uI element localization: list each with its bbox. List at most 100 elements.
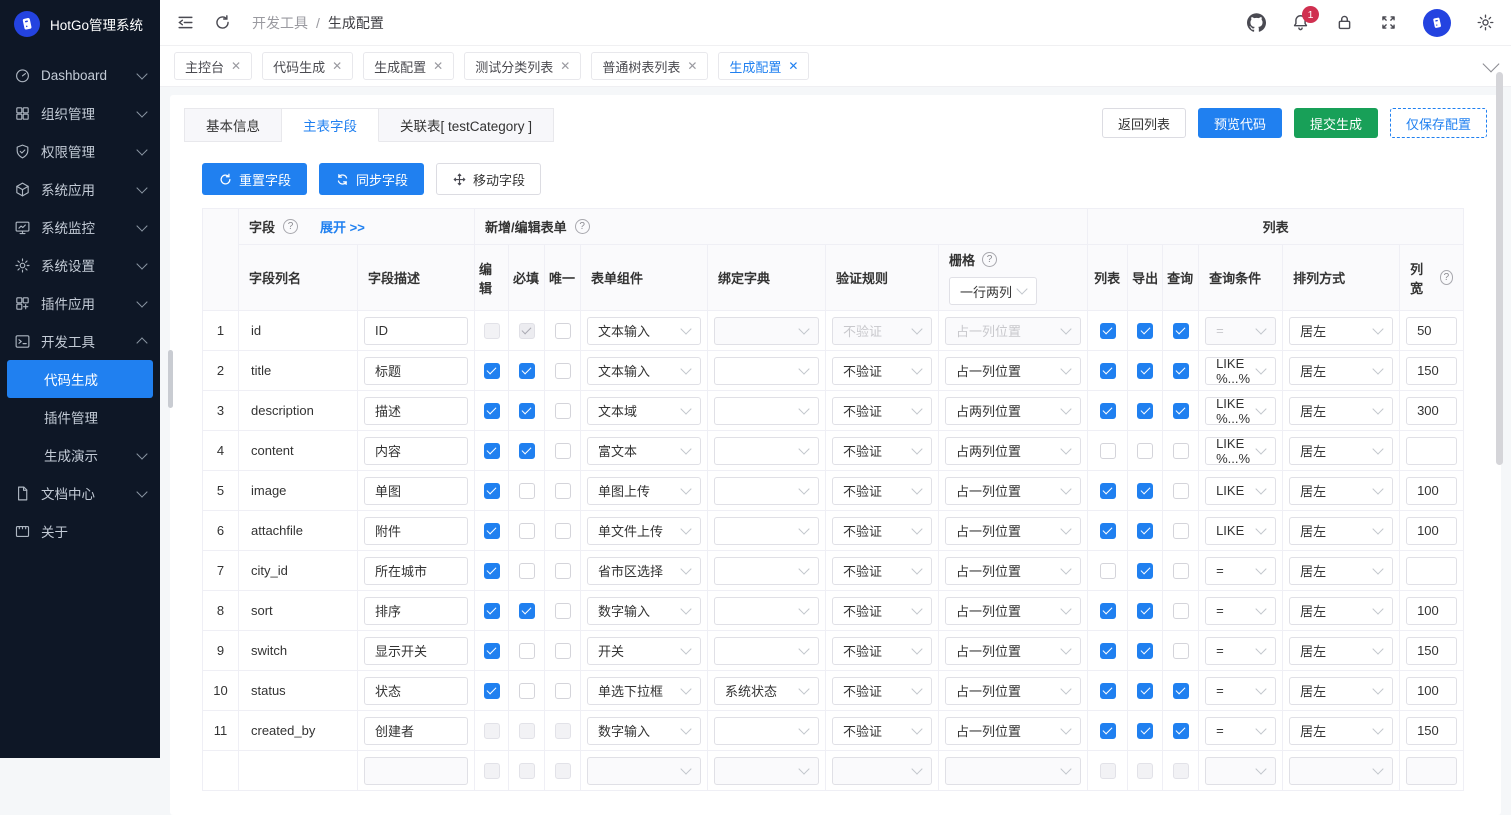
required-checkbox[interactable] (519, 523, 535, 539)
align-select[interactable]: 居左 (1289, 357, 1393, 385)
notification-bell-icon[interactable]: 1 (1291, 13, 1310, 32)
sidebar-item-生成演示[interactable]: 生成演示 (0, 436, 160, 474)
sidebar-item-开发工具[interactable]: 开发工具 (0, 322, 160, 360)
rule-select[interactable]: 不验证 (832, 437, 932, 465)
align-select[interactable]: 居左 (1289, 597, 1393, 625)
unique-checkbox[interactable] (555, 563, 571, 579)
export-checkbox[interactable] (1137, 683, 1153, 699)
export-checkbox[interactable] (1137, 403, 1153, 419)
align-select[interactable]: 居左 (1289, 317, 1393, 345)
grid-select[interactable]: 占一列位置 (945, 557, 1081, 585)
field-desc-input[interactable]: 排序 (364, 597, 468, 625)
export-checkbox[interactable] (1137, 603, 1153, 619)
col-width-input[interactable]: 100 (1406, 477, 1457, 505)
component-select[interactable]: 开关 (587, 637, 701, 665)
field-desc-input[interactable]: 显示开关 (364, 637, 468, 665)
query-checkbox[interactable] (1173, 723, 1189, 739)
list-checkbox[interactable] (1100, 643, 1116, 659)
export-checkbox[interactable] (1137, 723, 1153, 739)
sync-fields-button[interactable]: 同步字段 (319, 163, 424, 195)
config-tab-基本信息[interactable]: 基本信息 (184, 108, 282, 142)
preview-code-button[interactable]: 预览代码 (1198, 108, 1282, 138)
sidebar-item-关于[interactable]: 关于 (0, 512, 160, 550)
field-group-help-icon[interactable]: ? (283, 219, 298, 234)
query-cond-select[interactable]: = (1205, 717, 1276, 745)
unique-checkbox[interactable] (555, 603, 571, 619)
open-tab-代码生成[interactable]: 代码生成✕ (262, 52, 353, 80)
dict-select[interactable] (714, 717, 819, 745)
close-tab-icon[interactable]: ✕ (231, 59, 241, 73)
field-desc-input[interactable]: 创建者 (364, 717, 468, 745)
align-select[interactable]: 居左 (1289, 477, 1393, 505)
query-cond-select[interactable]: LIKE (1205, 477, 1276, 505)
component-select[interactable]: 富文本 (587, 437, 701, 465)
width-help-icon[interactable]: ? (1440, 270, 1453, 285)
col-width-input[interactable]: 150 (1406, 357, 1457, 385)
required-checkbox[interactable] (519, 563, 535, 579)
field-desc-input[interactable]: 单图 (364, 477, 468, 505)
col-width-input[interactable]: 50 (1406, 317, 1457, 345)
reset-fields-button[interactable]: 重置字段 (202, 163, 307, 195)
query-checkbox[interactable] (1173, 603, 1189, 619)
refresh-icon[interactable] (213, 13, 232, 32)
col-width-input[interactable]: 100 (1406, 597, 1457, 625)
open-tab-生成配置[interactable]: 生成配置✕ (363, 52, 454, 80)
align-select[interactable]: 居左 (1289, 517, 1393, 545)
sidebar-resize-handle[interactable] (168, 350, 173, 408)
query-checkbox[interactable] (1173, 643, 1189, 659)
align-select[interactable]: 居左 (1289, 437, 1393, 465)
field-desc-input[interactable]: 所在城市 (364, 557, 468, 585)
col-width-input[interactable]: 100 (1406, 677, 1457, 705)
required-checkbox[interactable] (519, 443, 535, 459)
grid-layout-select[interactable]: 一行两列 (949, 277, 1037, 305)
dict-select[interactable] (714, 517, 819, 545)
col-width-input[interactable]: 150 (1406, 717, 1457, 745)
sidebar-item-dashboard[interactable]: Dashboard (0, 56, 160, 94)
open-tab-测试分类列表[interactable]: 测试分类列表✕ (464, 52, 581, 80)
export-checkbox[interactable] (1137, 483, 1153, 499)
grid-select[interactable]: 占一列位置 (945, 477, 1081, 505)
unique-checkbox[interactable] (555, 443, 571, 459)
align-select[interactable]: 居左 (1289, 677, 1393, 705)
edit-checkbox[interactable] (484, 563, 500, 579)
query-checkbox[interactable] (1173, 483, 1189, 499)
sidebar-item-系统设置[interactable]: 系统设置 (0, 246, 160, 284)
unique-checkbox[interactable] (555, 483, 571, 499)
rule-select[interactable]: 不验证 (832, 717, 932, 745)
component-select[interactable]: 文本域 (587, 397, 701, 425)
close-tab-icon[interactable]: ✕ (560, 59, 570, 73)
rule-select[interactable]: 不验证 (832, 517, 932, 545)
col-width-input[interactable] (1406, 557, 1457, 585)
export-checkbox[interactable] (1137, 443, 1153, 459)
field-desc-input[interactable]: 内容 (364, 437, 468, 465)
rule-select[interactable]: 不验证 (832, 357, 932, 385)
close-tab-icon[interactable]: ✕ (788, 59, 798, 73)
unique-checkbox[interactable] (555, 323, 571, 339)
component-select[interactable]: 单图上传 (587, 477, 701, 505)
align-select[interactable]: 居左 (1289, 397, 1393, 425)
query-cond-select[interactable]: LIKE %...% (1205, 437, 1276, 465)
tabs-dropdown-chevron-icon[interactable] (1483, 56, 1500, 73)
list-checkbox[interactable] (1100, 403, 1116, 419)
user-avatar[interactable] (1423, 9, 1451, 37)
query-cond-select[interactable]: LIKE (1205, 517, 1276, 545)
breadcrumb-section[interactable]: 开发工具 (252, 13, 308, 33)
component-select[interactable]: 文本输入 (587, 357, 701, 385)
menu-collapse-icon[interactable] (176, 13, 195, 32)
rule-select[interactable]: 不验证 (832, 597, 932, 625)
sidebar-item-权限管理[interactable]: 权限管理 (0, 132, 160, 170)
dict-select[interactable] (714, 477, 819, 505)
expand-link[interactable]: 展开 >> (320, 217, 365, 236)
query-checkbox[interactable] (1173, 563, 1189, 579)
unique-checkbox[interactable] (555, 523, 571, 539)
rule-select[interactable]: 不验证 (832, 397, 932, 425)
grid-select[interactable]: 占一列位置 (945, 357, 1081, 385)
edit-checkbox[interactable] (484, 643, 500, 659)
align-select[interactable]: 居左 (1289, 557, 1393, 585)
page-scrollbar-thumb[interactable] (1496, 72, 1503, 465)
field-desc-input[interactable]: 状态 (364, 677, 468, 705)
align-select[interactable]: 居左 (1289, 637, 1393, 665)
query-cond-select[interactable]: = (1205, 557, 1276, 585)
component-select[interactable]: 文本输入 (587, 317, 701, 345)
list-checkbox[interactable] (1100, 603, 1116, 619)
